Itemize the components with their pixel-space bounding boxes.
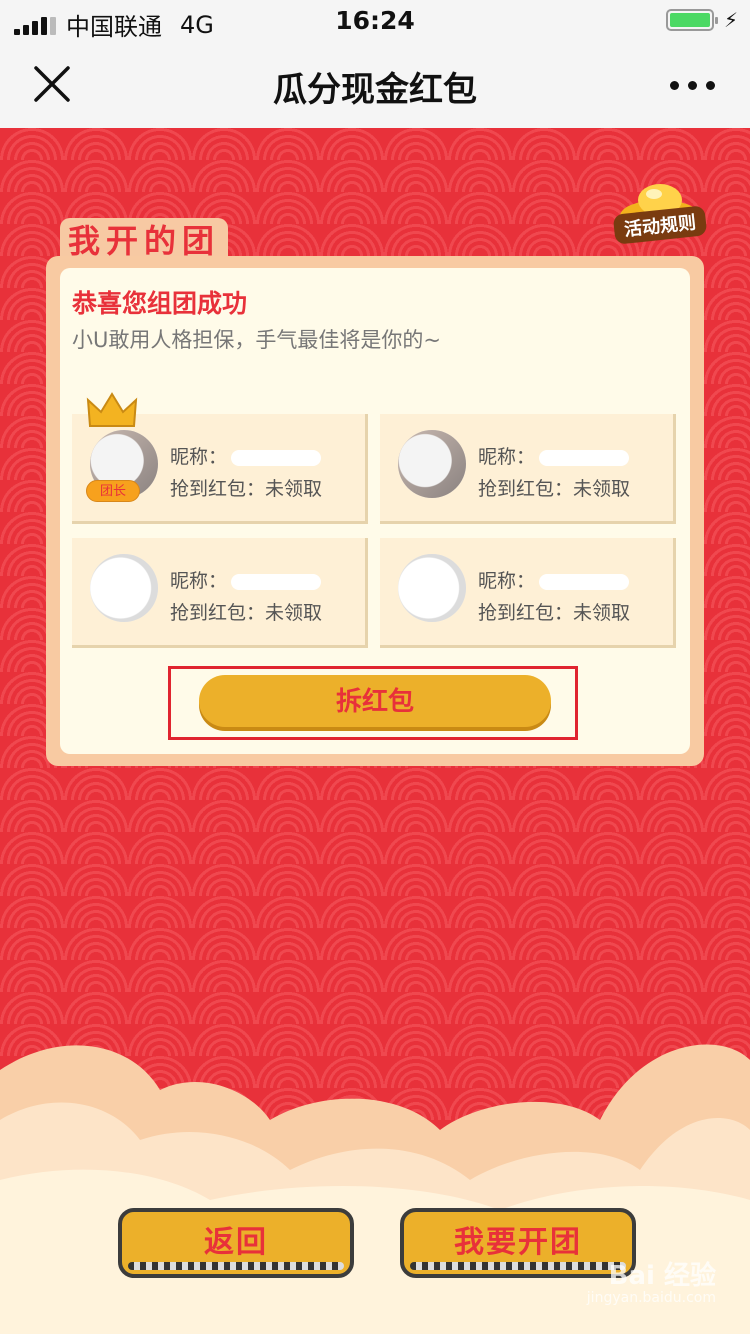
redpacket-status: 未领取 xyxy=(265,602,323,624)
redpacket-label: 抢到红包： xyxy=(170,478,266,500)
redpacket-label: 抢到红包： xyxy=(170,602,266,624)
battery-icon xyxy=(666,9,718,31)
status-bar: 中国联通 4G 16:24 ⚡ xyxy=(0,0,750,41)
watermark: Bai 经验 jingyan.baidu.com xyxy=(587,1262,716,1306)
avatar xyxy=(90,554,158,622)
page-title: 瓜分现金红包 xyxy=(273,70,477,110)
member-card: 昵称： 抢到红包：未领取 xyxy=(380,414,676,524)
nickname-label: 昵称： xyxy=(478,570,536,592)
charging-icon: ⚡ xyxy=(723,8,738,32)
crown-icon xyxy=(86,392,138,427)
avatar xyxy=(398,554,466,622)
panel-subtitle: 小U敢用人格担保，手气最佳将是你的~ xyxy=(72,328,441,352)
redpacket-label: 抢到红包： xyxy=(478,602,574,624)
redpacket-label: 抢到红包： xyxy=(478,478,574,500)
leader-badge: 团长 xyxy=(86,480,140,502)
more-menu-icon[interactable] xyxy=(670,70,720,100)
nickname-redacted xyxy=(231,449,322,466)
nickname-redacted xyxy=(539,573,630,590)
watermark-brand: Bai 经验 xyxy=(608,1261,716,1291)
panel-title: 恭喜您组团成功 xyxy=(72,289,248,318)
watermark-url: jingyan.baidu.com xyxy=(586,1289,716,1306)
member-card: 昵称： 抢到红包：未领取 xyxy=(380,538,676,648)
nickname-redacted xyxy=(539,449,630,466)
redpacket-status: 未领取 xyxy=(573,602,631,624)
member-card: 昵称： 抢到红包：未领取 xyxy=(72,538,368,648)
status-time: 16:24 xyxy=(335,6,415,35)
nickname-label: 昵称： xyxy=(170,570,228,592)
nickname-label: 昵称： xyxy=(478,446,536,468)
avatar xyxy=(398,430,466,498)
redpacket-status: 未领取 xyxy=(265,478,323,500)
nav-bar: 瓜分现金红包 xyxy=(0,40,750,128)
highlight-box xyxy=(168,666,578,740)
member-card-leader: 团长 昵称： 抢到红包：未领取 xyxy=(72,392,368,524)
back-button[interactable]: 返回 xyxy=(118,1208,354,1278)
nickname-label: 昵称： xyxy=(170,446,228,468)
nickname-redacted xyxy=(231,573,322,590)
redpacket-status: 未领取 xyxy=(573,478,631,500)
activity-rules-button[interactable]: 活动规则 xyxy=(612,176,708,245)
